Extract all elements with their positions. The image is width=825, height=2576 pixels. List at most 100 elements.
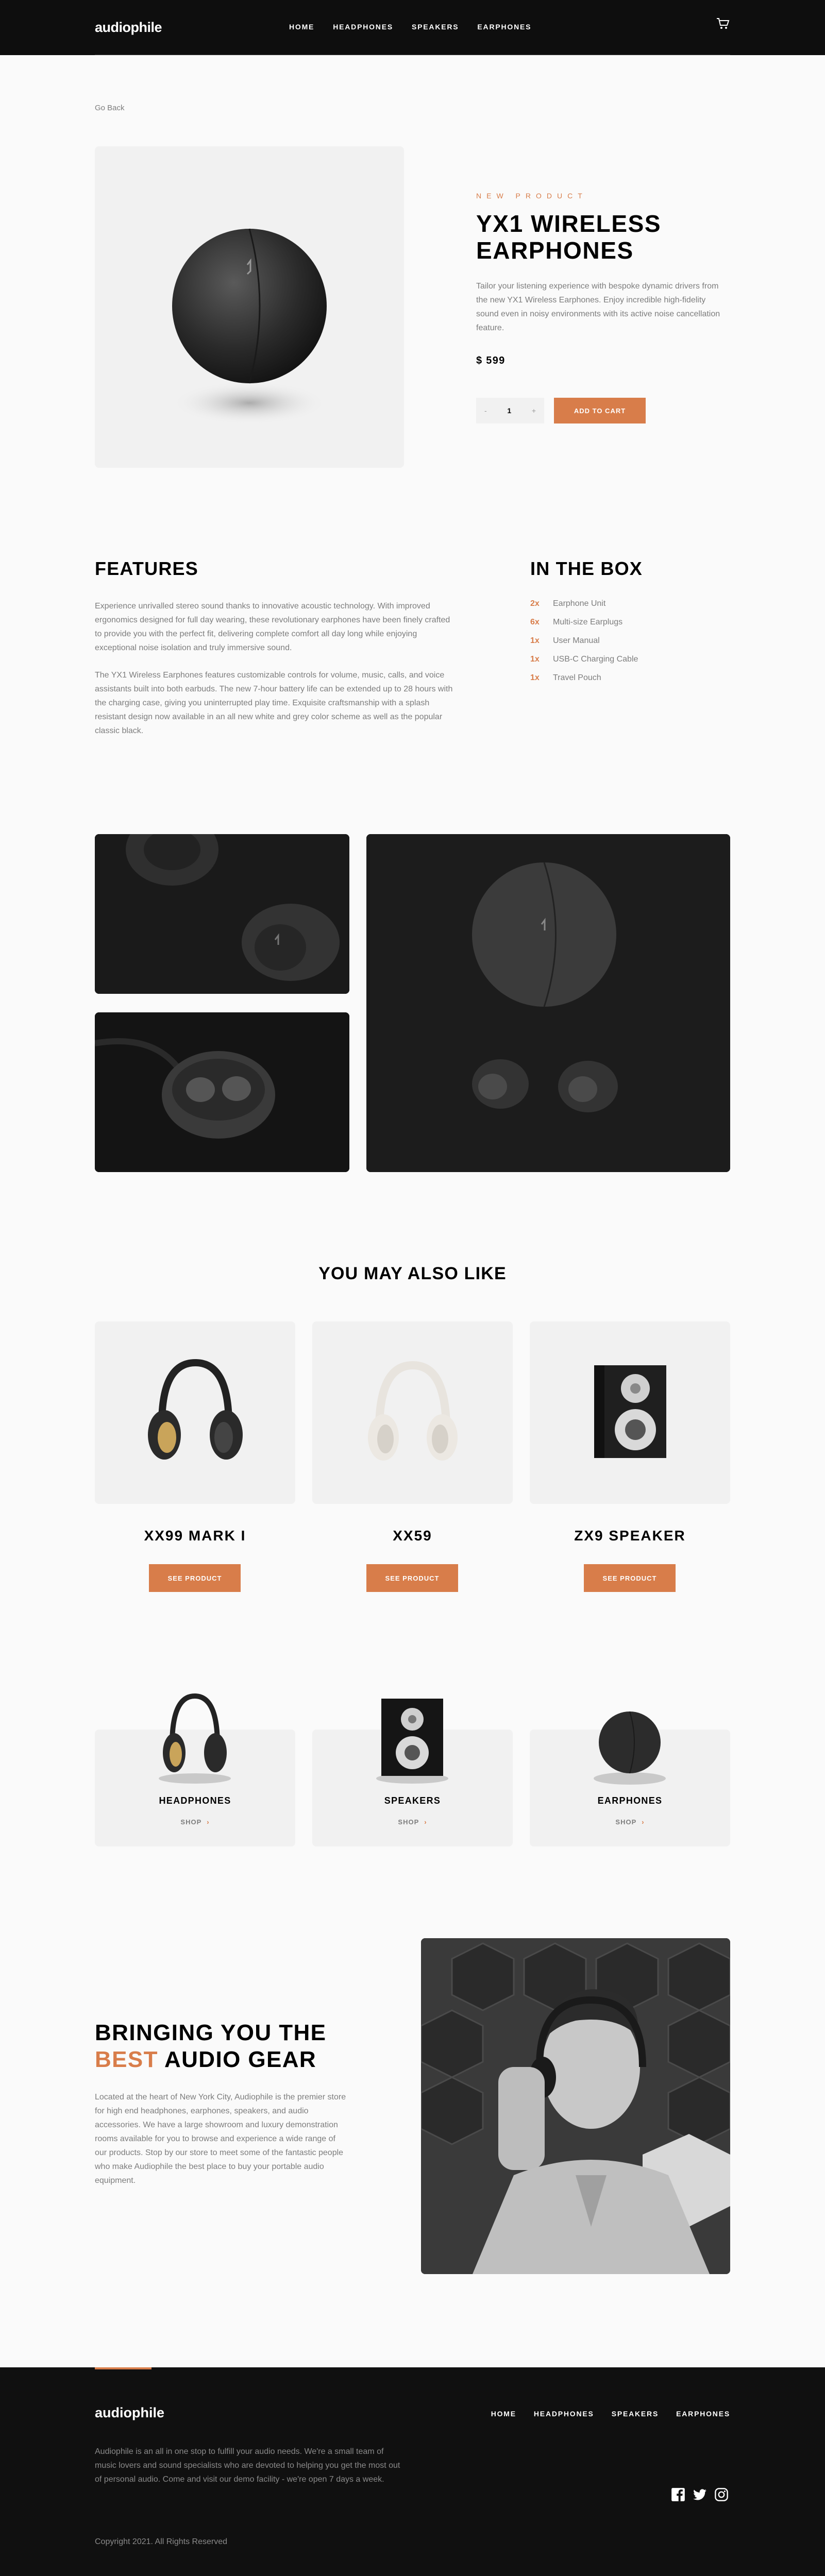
- chevron-right-icon: ›: [207, 1818, 210, 1826]
- also-like-image: [530, 1321, 730, 1504]
- box-item: Multi-size Earplugs: [553, 618, 623, 626]
- category-label: EARPHONES: [597, 1795, 663, 1806]
- box-qty: 6x: [530, 618, 540, 626]
- bringing-heading-accent: BEST: [95, 2047, 158, 2072]
- list-item: 1x Travel Pouch: [530, 673, 638, 692]
- site-footer: audiophile HOME HEADPHONES SPEAKERS EARP…: [0, 2367, 825, 2576]
- bringing-text: Located at the heart of New York City, A…: [95, 2093, 346, 2185]
- features-paragraph-1: Experience unrivalled stereo sound thank…: [95, 602, 450, 652]
- shop-link[interactable]: SHOP ›: [312, 1818, 513, 1826]
- shop-label: SHOP: [615, 1818, 637, 1826]
- social-links: [671, 2487, 729, 2502]
- also-like-image: [95, 1321, 295, 1504]
- gallery-image-3: [366, 834, 730, 1172]
- headphones-xx99-image: [148, 1359, 243, 1460]
- box-qty: 1x: [530, 636, 540, 645]
- headphones-xx59-image: [368, 1361, 458, 1461]
- shop-link[interactable]: SHOP ›: [95, 1818, 295, 1826]
- product-description: Tailor your listening experience with be…: [476, 282, 720, 332]
- also-like-name: XX59: [393, 1528, 432, 1544]
- category-label: HEADPHONES: [159, 1795, 231, 1806]
- man-with-headphones-image: [421, 1938, 730, 2274]
- shop-link[interactable]: SHOP ›: [530, 1818, 730, 1826]
- twitter-icon[interactable]: [693, 2487, 707, 2502]
- copyright: Copyright 2021. All Rights Reserved: [95, 2537, 228, 2546]
- nav-earphones[interactable]: EARPHONES: [477, 23, 531, 31]
- also-like-name: XX99 MARK I: [144, 1528, 246, 1544]
- box-item: USB-C Charging Cable: [553, 655, 638, 664]
- footer-nav-home[interactable]: HOME: [491, 2410, 516, 2418]
- facebook-icon[interactable]: [671, 2487, 685, 2502]
- list-item: 1x User Manual: [530, 636, 638, 655]
- chevron-right-icon: ›: [424, 1818, 427, 1826]
- category-card-earphones[interactable]: EARPHONES SHOP ›: [530, 1711, 730, 1846]
- quantity-value: 1: [507, 406, 512, 415]
- see-product-button[interactable]: SEE PRODUCT: [149, 1564, 241, 1592]
- gallery-image-1: [95, 834, 349, 994]
- cart-icon[interactable]: [716, 18, 730, 30]
- list-item: 2x Earphone Unit: [530, 599, 638, 618]
- earphone-case-image: [172, 228, 327, 425]
- in-the-box-heading: IN THE BOX: [530, 558, 643, 579]
- increment-button[interactable]: +: [532, 406, 536, 415]
- also-like-card: ZX9 SPEAKER SEE PRODUCT: [530, 1321, 730, 1592]
- site-header: audiophile HOME HEADPHONES SPEAKERS EARP…: [0, 0, 825, 55]
- features-paragraph-2: The YX1 Wireless Earphones features cust…: [95, 671, 453, 735]
- category-label: SPEAKERS: [384, 1795, 441, 1806]
- also-like-name: ZX9 SPEAKER: [574, 1528, 686, 1544]
- footer-nav-speakers[interactable]: SPEAKERS: [612, 2410, 659, 2418]
- nav-headphones[interactable]: HEADPHONES: [333, 23, 393, 31]
- box-qty: 1x: [530, 673, 540, 682]
- category-speakers-image: [376, 1699, 448, 1784]
- go-back-link[interactable]: Go Back: [95, 104, 125, 112]
- category-headphones-image: [159, 1693, 231, 1784]
- see-product-button[interactable]: SEE PRODUCT: [584, 1564, 676, 1592]
- speaker-zx9-image: [594, 1365, 666, 1458]
- footer-nav-earphones[interactable]: EARPHONES: [676, 2410, 730, 2418]
- bringing-heading: BRINGING YOU THE BEST AUDIO GEAR: [95, 2020, 342, 2073]
- charging-case-image: [95, 1012, 349, 1172]
- category-card-headphones[interactable]: HEADPHONES SHOP ›: [95, 1693, 295, 1846]
- also-like-image: [312, 1321, 513, 1504]
- instagram-icon[interactable]: [714, 2487, 729, 2502]
- product-title: YX1 WIRELESS EARPHONES: [476, 210, 662, 264]
- also-like-card: XX99 MARK I SEE PRODUCT: [95, 1321, 295, 1592]
- bringing-heading-pre: BRINGING YOU THE: [95, 2020, 327, 2045]
- footer-nav-headphones[interactable]: HEADPHONES: [534, 2410, 594, 2418]
- list-item: 1x USB-C Charging Cable: [530, 655, 638, 673]
- features-heading: FEATURES: [95, 558, 198, 579]
- also-like-heading: YOU MAY ALSO LIKE: [318, 1264, 507, 1283]
- new-product-label: NEW PRODUCT: [476, 192, 587, 200]
- footer-description: Audiophile is an all in one stop to fulf…: [95, 2447, 400, 2484]
- category-card-speakers[interactable]: SPEAKERS SHOP ›: [312, 1699, 513, 1846]
- see-product-button[interactable]: SEE PRODUCT: [366, 1564, 458, 1592]
- category-earphones-image: [594, 1711, 666, 1785]
- gallery-image-2: [95, 1012, 349, 1172]
- shop-label: SHOP: [180, 1818, 202, 1826]
- product-price: $ 599: [476, 355, 506, 366]
- product-image: [95, 146, 404, 468]
- footer-logo[interactable]: audiophile: [95, 2405, 164, 2421]
- nav-speakers[interactable]: SPEAKERS: [412, 23, 459, 31]
- footer-accent-bar: [95, 2367, 151, 2369]
- also-like-card: XX59 SEE PRODUCT: [312, 1321, 513, 1592]
- chevron-right-icon: ›: [642, 1818, 645, 1826]
- box-item: Earphone Unit: [553, 599, 606, 608]
- nav-home[interactable]: HOME: [289, 23, 314, 31]
- bringing-heading-post: AUDIO GEAR: [164, 2047, 317, 2072]
- earbuds-closeup-image: [95, 834, 349, 994]
- in-the-box-list: 2x Earphone Unit 6x Multi-size Earplugs 1x…: [530, 599, 638, 692]
- box-qty: 2x: [530, 599, 540, 608]
- main-nav: HOME HEADPHONES SPEAKERS EARPHONES: [289, 23, 531, 31]
- box-item: Travel Pouch: [553, 673, 601, 682]
- box-qty: 1x: [530, 655, 540, 664]
- box-item: User Manual: [553, 636, 600, 645]
- footer-nav: HOME HEADPHONES SPEAKERS EARPHONES: [491, 2410, 730, 2418]
- add-to-cart-button[interactable]: ADD TO CART: [554, 398, 646, 423]
- decrement-button[interactable]: -: [484, 406, 487, 415]
- shop-label: SHOP: [398, 1818, 419, 1826]
- list-item: 6x Multi-size Earplugs: [530, 618, 638, 636]
- quantity-stepper: - 1 +: [476, 398, 544, 423]
- logo[interactable]: audiophile: [95, 20, 162, 36]
- case-and-earbuds-image: [366, 834, 730, 1172]
